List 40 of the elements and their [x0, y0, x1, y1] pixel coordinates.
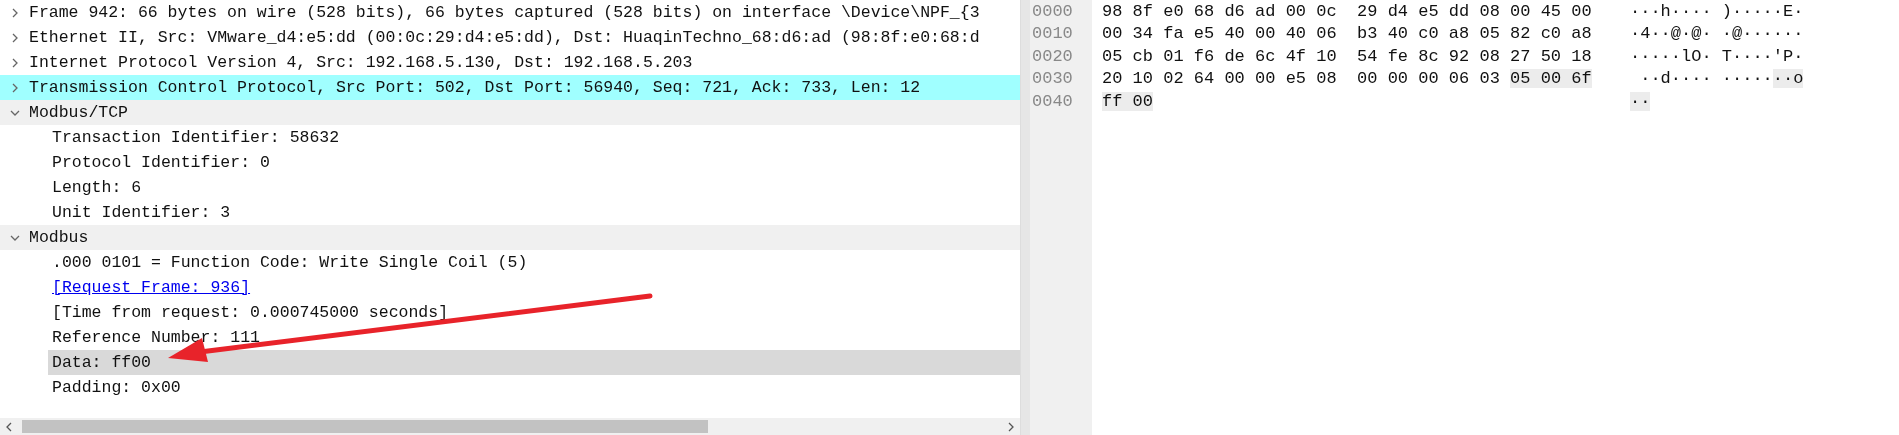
chevron-right-icon[interactable] [10, 57, 20, 68]
horizontal-scrollbar[interactable] [0, 418, 1020, 435]
tree-row[interactable]: Transmission Control Protocol, Src Port: 502, Dst Port: 56940, Seq: 721, Ack: 733, Len: 12 [0, 75, 1020, 100]
hex-bytes[interactable]: ff 00 [1102, 91, 1153, 111]
field-row[interactable]: Transaction Identifier: 58632 [52, 128, 340, 147]
chevron-right-icon[interactable] [10, 32, 20, 43]
field-row[interactable]: Padding: 0x00 [52, 378, 181, 397]
ascii-text[interactable]: ···h···· )·····E· [1630, 1, 1804, 21]
chevron-right-icon[interactable] [10, 7, 20, 18]
ascii-text[interactable]: ·4··@·@· ·@······ [1630, 24, 1804, 44]
tree-row[interactable]: Modbus [0, 225, 1020, 250]
hex-bytes[interactable]: 20 10 02 64 00 00 e5 08 00 00 00 06 03 [1102, 69, 1511, 89]
request-frame-link[interactable]: [Request Frame: 936] [52, 278, 251, 297]
chevron-right-icon[interactable] [10, 82, 20, 93]
offset-text: 0010 [1032, 23, 1074, 45]
hex-bytes[interactable]: 00 34 fa e5 40 00 40 06 b3 40 c0 a8 05 82 c0 a8 [1102, 24, 1592, 44]
hex-bytes[interactable]: 98 8f e0 68 d6 ad 00 0c 29 d4 e5 dd 08 00 45 00 [1102, 1, 1592, 21]
ascii-text[interactable]: ··d···· ····· [1630, 69, 1773, 89]
offset-text: 0020 [1032, 45, 1074, 68]
offset-text: 0040 [1032, 90, 1074, 113]
field-row[interactable]: Unit Identifier: 3 [52, 203, 231, 222]
field-row[interactable]: Length: 6 [52, 178, 142, 197]
scroll-right-icon[interactable] [1006, 420, 1016, 433]
tree-row[interactable]: Modbus/TCP [0, 100, 1020, 125]
field-row[interactable]: Reference Number: 111 [52, 328, 260, 347]
tree-row[interactable]: Internet Protocol Version 4, Src: 192.168.5.130, Dst: 192.168.5.203 [0, 50, 1020, 75]
scroll-left-icon[interactable] [4, 420, 14, 433]
offset-text: 0000 [1032, 0, 1074, 23]
field-row[interactable]: [Time from request: 0.000745000 seconds] [52, 303, 449, 322]
field-row[interactable]: .000 0101 = Function Code: Write Single Coil (5) [52, 253, 528, 272]
tree-row[interactable]: Frame 942: 66 bytes on wire (528 bits), 66 bytes captured (528 bits) on interface \Device\NPF_{3 [0, 0, 1020, 25]
hex-bytes[interactable]: 05 00 6f [1510, 69, 1592, 89]
ascii-text[interactable]: ·····lO· T····'P· [1630, 46, 1804, 66]
tree-row[interactable]: Ethernet II, Src: VMware_d4:e5:dd (00:0c:29:d4:e5:dd), Dst: HuaqinTechno_68:d6:ad (98:8f:e0:68:d [0, 25, 1020, 50]
offset-text: 0030 [1032, 68, 1074, 90]
field-row[interactable]: Protocol Identifier: 0 [52, 153, 270, 172]
field-row[interactable]: Data: ff00 [52, 353, 152, 372]
hex-bytes[interactable]: 05 cb 01 f6 de 6c 4f 10 54 fe 8c 92 08 27 50 18 [1102, 46, 1592, 66]
ascii-text[interactable]: ··o [1772, 69, 1804, 89]
ascii-text[interactable]: ·· [1630, 91, 1651, 111]
